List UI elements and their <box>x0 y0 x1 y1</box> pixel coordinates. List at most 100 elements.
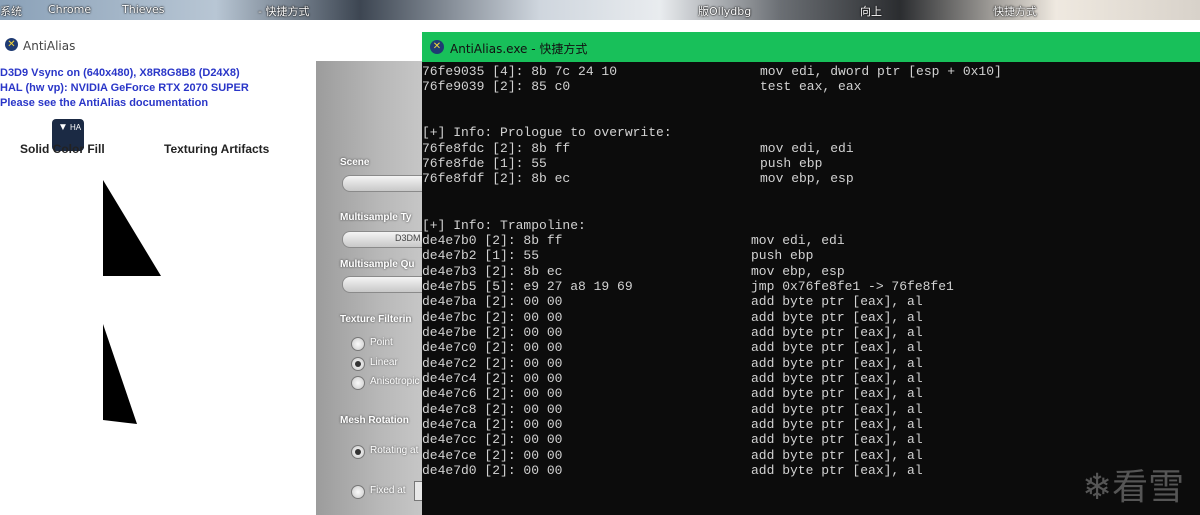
solid-triangle-lower <box>103 324 137 424</box>
device-dropdown-label: HA <box>70 123 82 132</box>
console-line-bytes: de4e7cc [2]: 00 00 <box>422 432 563 448</box>
console-line: de4e7c0 [2]: 00 00 add byte ptr [eax], al <box>422 340 1200 355</box>
console-line-instruction: mov edi, dword ptr [esp + 0x10] <box>760 64 1002 79</box>
dropdown-arrow-icon: ▼ <box>58 122 68 133</box>
radio-fixed-label: Fixed at <box>370 485 406 496</box>
console-line-bytes: 76fe8fdf [2]: 8b ec <box>422 171 571 187</box>
info-line-vsync: D3D9 Vsync on (640x480), X8R8G8B8 (D24X8… <box>0 67 240 79</box>
console-line-instruction: add byte ptr [eax], al <box>751 309 923 325</box>
console-line: de4e7c8 [2]: 00 00 add byte ptr [eax], al <box>422 402 1200 417</box>
desktop-shortcut-system[interactable]: 系统 <box>0 3 22 19</box>
console-line-bytes: [+] Info: Trampoline: <box>422 217 586 233</box>
console-line-instruction: add byte ptr [eax], al <box>751 417 923 433</box>
desktop-shortcut-1[interactable]: - 快捷方式 <box>258 3 309 19</box>
label-texturing-artifacts: Texturing Artifacts <box>164 142 270 156</box>
console-line-bytes: de4e7c6 [2]: 00 00 <box>422 386 563 402</box>
settings-panel: Scene Multisample Ty D3DM Multisample Qu… <box>316 61 424 515</box>
label-solid-color-fill: Solid Color Fill <box>20 142 105 156</box>
console-line-bytes: de4e7ca [2]: 00 00 <box>422 417 563 433</box>
radio-point[interactable] <box>351 337 365 351</box>
console-line-instruction: jmp 0x76fe8fe1 -> 76fe8fe1 <box>751 278 954 294</box>
scene-combo[interactable] <box>342 175 423 192</box>
console-line-bytes: de4e7ce [2]: 00 00 <box>422 447 563 463</box>
console-line: de4e7ca [2]: 00 00 add byte ptr [eax], al <box>422 417 1200 432</box>
mesh-rotation-header: Mesh Rotation <box>340 415 409 426</box>
radio-linear[interactable] <box>351 357 365 371</box>
console-line-bytes: de4e7c4 [2]: 00 00 <box>422 371 563 386</box>
console-line-bytes: de4e7b3 [2]: 8b ec <box>422 263 563 279</box>
console-line-instruction: add byte ptr [eax], al <box>751 401 923 417</box>
console-line-bytes: de4e7b0 [2]: 8b ff <box>422 232 563 248</box>
device-info: D3D9 Vsync on (640x480), X8R8G8B8 (D24X8… <box>0 66 249 111</box>
console-line-instruction: add byte ptr [eax], al <box>751 432 923 448</box>
desktop-shortcut-ollydbg[interactable]: 版Ollydbg <box>698 3 751 19</box>
radio-rotating-label: Rotating at <box>370 445 419 456</box>
console-window: ✕ AntiAlias.exe - 快捷方式 76fe9035 [4]: 8b … <box>422 32 1200 515</box>
console-line-bytes: de4e7c2 [2]: 00 00 <box>422 355 563 371</box>
radio-rotating[interactable] <box>351 445 365 459</box>
antialias-window: ✕ AntiAlias D3D9 Vsync on (640x480), X8R… <box>0 32 424 515</box>
multisample-quality-header: Multisample Qu <box>340 259 415 270</box>
texture-filtering-header: Texture Filterin <box>340 314 412 325</box>
radio-linear-label: Linear <box>370 357 398 368</box>
desktop-shortcut-2[interactable]: 快捷方式 <box>993 3 1037 19</box>
info-line-docs: Please see the AntiAlias documentation <box>0 97 209 109</box>
desktop-shortcut-up[interactable]: 向上 <box>860 3 882 19</box>
console-line: 76fe9035 [4]: 8b 7c 24 10 mov edi, dword … <box>422 64 1200 79</box>
console-line-instruction: push ebp <box>751 248 814 264</box>
console-line: de4e7bc [2]: 00 00 add byte ptr [eax], al <box>422 310 1200 325</box>
multisample-quality-combo[interactable] <box>342 276 423 293</box>
antialias-title-bar[interactable]: ✕ AntiAlias <box>0 32 422 60</box>
console-line-instruction: mov ebp, esp <box>751 263 845 279</box>
info-line-hal: HAL (hw vp): NVIDIA GeForce RTX 2070 SUP… <box>0 82 249 94</box>
console-line-instruction: mov edi, edi <box>751 232 845 248</box>
console-line: de4e7c2 [2]: 00 00 add byte ptr [eax], al <box>422 356 1200 371</box>
console-line: 76fe8fdf [2]: 8b ec mov ebp, esp <box>422 171 1200 186</box>
scene-header: Scene <box>340 157 370 168</box>
solid-triangle-upper <box>103 180 161 276</box>
antialias-title: AntiAlias <box>23 39 76 53</box>
console-line-instruction: add byte ptr [eax], al <box>751 324 923 340</box>
console-line-bytes: 76fe9039 [2]: 85 c0 <box>422 79 571 95</box>
radio-point-label: Point <box>370 337 393 348</box>
console-line: [+] Info: Trampoline: <box>422 218 1200 233</box>
console-line-bytes: de4e7ba [2]: 00 00 <box>422 294 563 310</box>
console-line-bytes: 76fe8fde [1]: 55 <box>422 156 547 172</box>
multisample-type-header: Multisample Ty <box>340 212 412 223</box>
console-line-instruction: test eax, eax <box>760 79 862 95</box>
console-line: 76fe8fdc [2]: 8b ff mov edi, edi <box>422 141 1200 156</box>
console-line-bytes: de4e7bc [2]: 00 00 <box>422 309 563 325</box>
radio-anisotropic[interactable] <box>351 376 365 390</box>
console-line-bytes: de4e7d0 [2]: 00 00 <box>422 463 563 479</box>
radio-anisotropic-label: Anisotropic <box>370 376 420 387</box>
console-line-bytes: de4e7b5 [5]: e9 27 a8 19 69 <box>422 278 633 294</box>
radio-fixed[interactable] <box>351 485 365 499</box>
console-line-instruction: mov edi, edi <box>760 140 854 156</box>
console-line: de4e7cc [2]: 00 00 add byte ptr [eax], al <box>422 432 1200 447</box>
multisample-type-combo[interactable]: D3DM <box>342 231 423 248</box>
desktop-shortcut-chrome[interactable]: Chrome <box>48 3 91 16</box>
console-line: de4e7b3 [2]: 8b ec mov ebp, esp <box>422 264 1200 279</box>
console-line: de4e7c6 [2]: 00 00 add byte ptr [eax], al <box>422 386 1200 401</box>
antialias-app-icon: ✕ <box>5 38 18 51</box>
console-line-bytes: de4e7c8 [2]: 00 00 <box>422 401 563 417</box>
console-line-instruction: add byte ptr [eax], al <box>751 386 923 402</box>
console-line-instruction: add byte ptr [eax], al <box>751 340 923 356</box>
multisample-type-value: D3DM <box>395 233 421 243</box>
console-line: de4e7b0 [2]: 8b ff mov edi, edi <box>422 233 1200 248</box>
console-line-bytes: 76fe9035 [4]: 8b 7c 24 10 <box>422 64 618 79</box>
desktop-shortcut-thieves[interactable]: Thieves <box>122 3 165 16</box>
console-line-instruction: add byte ptr [eax], al <box>751 463 923 479</box>
desktop-taskbar-strip: 系统 Chrome Thieves - 快捷方式 版Ollydbg 向上 快捷方… <box>0 0 1200 20</box>
console-title-bar[interactable]: ✕ AntiAlias.exe - 快捷方式 <box>422 32 1200 62</box>
console-line-instruction: add byte ptr [eax], al <box>751 371 923 386</box>
console-title: AntiAlias.exe - 快捷方式 <box>450 42 588 56</box>
watermark-logo: ❄看雪 <box>1082 467 1185 508</box>
console-line: de4e7b5 [5]: e9 27 a8 19 69 jmp 0x76fe8fe… <box>422 279 1200 294</box>
console-output[interactable]: 76fe9035 [4]: 8b 7c 24 10 mov edi, dword … <box>422 64 1200 515</box>
console-line: 76fe9039 [2]: 85 c0 test eax, eax <box>422 79 1200 94</box>
console-app-icon: ✕ <box>430 40 444 54</box>
